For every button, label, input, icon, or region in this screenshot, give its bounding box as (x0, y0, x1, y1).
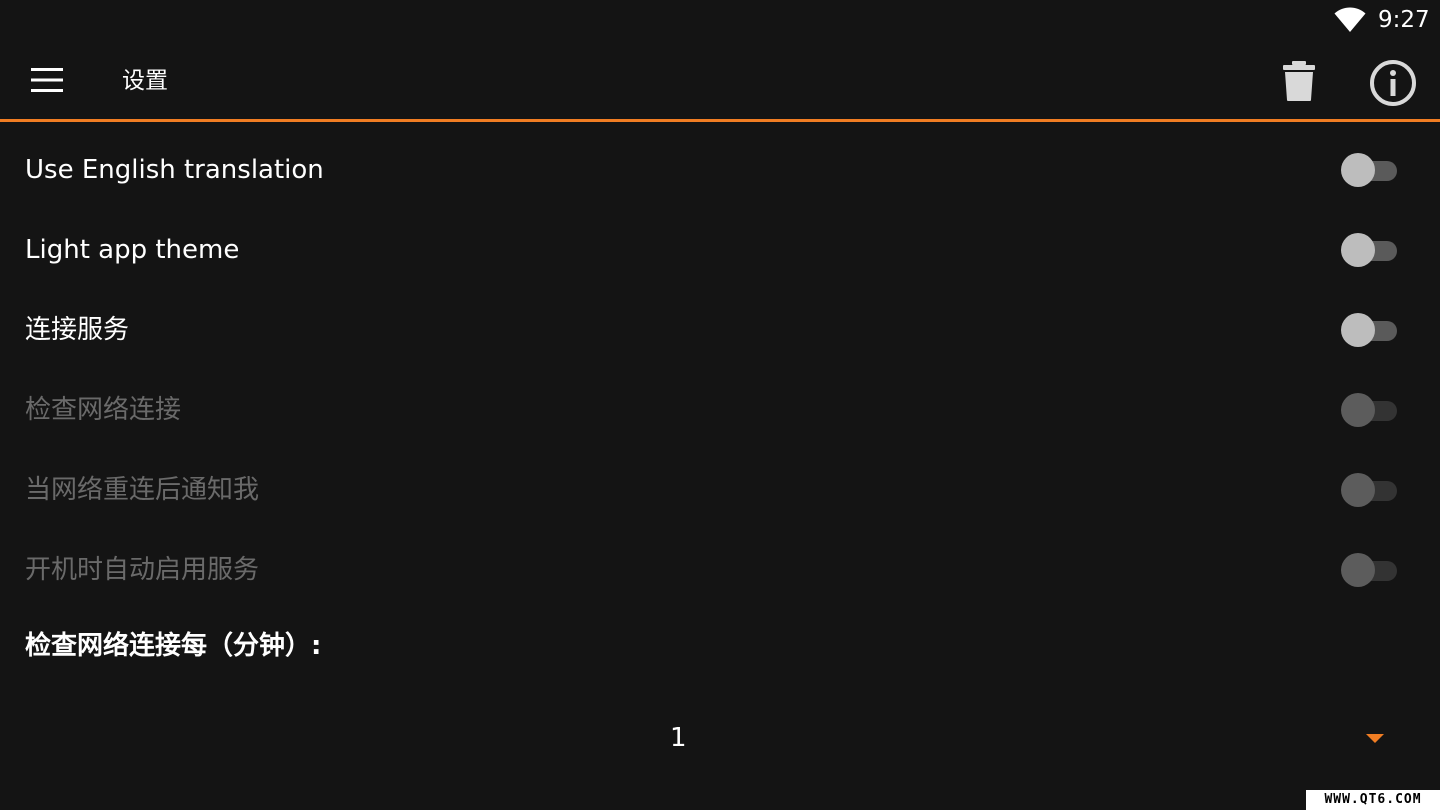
page-title: 设置 (122, 68, 168, 94)
switch-thumb (1341, 473, 1375, 507)
setting-light-theme[interactable]: Light app theme (0, 210, 1440, 290)
dropdown-arrow-icon (1366, 734, 1384, 743)
switch-thumb (1341, 313, 1375, 347)
switch-thumb (1341, 553, 1375, 587)
switch-thumb (1341, 153, 1375, 187)
check-network-switch (1341, 393, 1397, 427)
setting-notify-reconnect: 当网络重连后通知我 (0, 450, 1440, 530)
menu-button[interactable] (22, 58, 72, 102)
app-toolbar: 设置 (0, 40, 1440, 122)
setting-check-network: 检查网络连接 (0, 370, 1440, 450)
status-bar: 9:27 (0, 0, 1440, 40)
delete-button[interactable] (1274, 56, 1324, 106)
use-english-switch[interactable] (1341, 153, 1397, 187)
setting-label: 检查网络连接 (25, 395, 182, 425)
hamburger-menu-icon (31, 68, 63, 92)
setting-connect-service[interactable]: 连接服务 (0, 290, 1440, 370)
wifi-icon (1334, 7, 1366, 32)
connect-service-switch[interactable] (1341, 313, 1397, 347)
trash-icon (1283, 61, 1315, 101)
settings-list: Use English translation Light app theme … (0, 130, 1440, 610)
setting-start-on-boot: 开机时自动启用服务 (0, 530, 1440, 610)
switch-thumb (1341, 393, 1375, 427)
info-button[interactable] (1366, 56, 1420, 110)
start-on-boot-switch (1341, 553, 1397, 587)
setting-label: 开机时自动启用服务 (25, 555, 260, 585)
light-theme-switch[interactable] (1341, 233, 1397, 267)
status-time: 9:27 (1378, 7, 1430, 33)
spinner-value: 1 (670, 723, 687, 753)
setting-label: Light app theme (25, 235, 240, 265)
settings-screen: 9:27 设置 Use English translation Light ap… (0, 0, 1440, 810)
notify-reconnect-switch (1341, 473, 1397, 507)
switch-thumb (1341, 233, 1375, 267)
info-icon (1370, 60, 1416, 106)
setting-label: 当网络重连后通知我 (25, 475, 260, 505)
setting-label: 连接服务 (25, 315, 130, 345)
interval-label: 检查网络连接每（分钟）: (25, 631, 322, 661)
interval-spinner[interactable]: 1 (0, 700, 1420, 776)
watermark: WWW.QT6.COM (1306, 790, 1440, 810)
setting-use-english[interactable]: Use English translation (0, 130, 1440, 210)
setting-label: Use English translation (25, 155, 324, 185)
